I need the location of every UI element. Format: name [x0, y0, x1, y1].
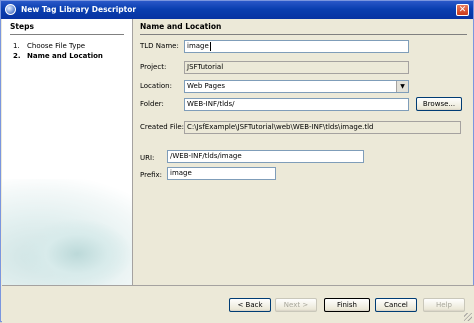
folder-input[interactable]: WEB-INF/tlds/ [184, 98, 409, 111]
step-number: 2. [13, 52, 21, 60]
prefix-input[interactable]: image [167, 167, 276, 180]
step-label: Choose File Type [27, 42, 86, 50]
next-button[interactable]: Next > [275, 298, 317, 312]
location-label: Location: [140, 82, 172, 90]
step-number: 1. [13, 42, 20, 50]
panel-heading: Name and Location [140, 22, 222, 31]
steps-divider [10, 34, 124, 35]
decorative-swirl-2 [22, 219, 132, 285]
resize-grip[interactable] [464, 313, 472, 321]
finish-button[interactable]: Finish [324, 298, 370, 312]
location-value: Web Pages [187, 82, 226, 90]
title-bar[interactable]: New Tag Library Descriptor ✕ [1, 1, 473, 19]
close-button[interactable]: ✕ [456, 4, 469, 16]
created-file-label: Created File: [140, 123, 184, 131]
created-file-field: C:\JsfExample\JSFTutorial\web\WEB-INF\tl… [184, 121, 461, 134]
uri-input[interactable]: /WEB-INF/tlds/image [167, 150, 364, 163]
tld-name-input[interactable]: image [184, 40, 409, 53]
step-item-choose-file-type: 1. Choose File Type [13, 42, 85, 50]
project-label: Project: [140, 63, 167, 71]
help-button[interactable]: Help [423, 298, 465, 312]
steps-heading: Steps [10, 22, 34, 31]
name-location-panel: Name and Location TLD Name: image Projec… [133, 19, 473, 285]
netbeans-icon [5, 4, 16, 15]
wizard-window: New Tag Library Descriptor ✕ Steps 1. Cho… [0, 0, 474, 323]
uri-label: URI: [140, 154, 155, 162]
window-title: New Tag Library Descriptor [21, 5, 137, 14]
chevron-down-icon[interactable]: ▼ [396, 81, 408, 92]
button-bar: < Back Next > Finish Cancel Help [2, 285, 474, 323]
tld-name-label: TLD Name: [140, 42, 179, 50]
steps-panel: Steps 1. Choose File Type 2. Name and Loca… [2, 19, 133, 285]
location-select[interactable]: Web Pages ▼ [184, 80, 409, 93]
prefix-label: Prefix: [140, 171, 163, 179]
panel-divider [140, 34, 467, 35]
cancel-button[interactable]: Cancel [375, 298, 417, 312]
tld-name-value: image [187, 42, 209, 50]
back-button[interactable]: < Back [229, 298, 271, 312]
browse-button[interactable]: Browse... [416, 97, 462, 111]
step-label: Name and Location [27, 52, 103, 60]
step-item-name-and-location: 2. Name and Location [13, 52, 103, 60]
folder-label: Folder: [140, 100, 164, 108]
project-field: JSFTutorial [184, 61, 409, 74]
text-caret [209, 41, 211, 51]
